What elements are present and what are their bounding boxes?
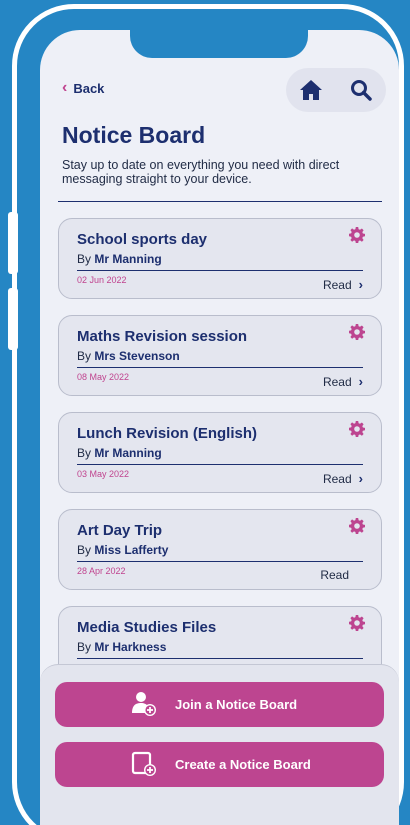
read-label: Read [322, 374, 352, 389]
notice-date: 28 Apr 2022 [77, 566, 126, 576]
notice-author: Mr Manning [94, 252, 162, 266]
read-link[interactable]: Read › [323, 374, 363, 389]
search-icon [351, 80, 372, 101]
chevron-right-icon: › [358, 374, 363, 389]
read-link[interactable]: Read › [323, 277, 363, 292]
read-label: Read [322, 471, 352, 486]
by-prefix: By [77, 640, 92, 654]
notice-card[interactable]: Maths Revision session By Mrs Stevenson … [58, 315, 382, 396]
read-link[interactable]: Read [320, 568, 349, 582]
notice-author-line: By Mr Manning [77, 252, 162, 266]
by-prefix: By [77, 446, 92, 460]
header-divider [58, 201, 382, 202]
notice-title: School sports day [77, 231, 208, 248]
create-notice-board-button[interactable]: Create a Notice Board [55, 742, 384, 787]
notice-title: Lunch Revision (English) [77, 425, 258, 442]
bottom-action-panel: Join a Notice Board Create a Notice Boar… [40, 664, 399, 825]
join-notice-board-button[interactable]: Join a Notice Board [55, 682, 384, 727]
add-user-icon [132, 692, 156, 716]
gear-icon[interactable] [349, 421, 365, 437]
notice-author: Mrs Stevenson [94, 349, 180, 363]
home-icon [300, 80, 322, 100]
phone-side-button-bottom [8, 288, 18, 350]
back-button[interactable]: ‹ Back [62, 80, 104, 96]
by-prefix: By [77, 349, 92, 363]
notice-author-line: By Mr Manning [77, 446, 162, 460]
gear-icon[interactable] [349, 324, 365, 340]
notice-divider [77, 270, 363, 271]
notice-divider [77, 561, 363, 562]
chevron-right-icon: › [358, 471, 363, 486]
notice-divider [77, 464, 363, 465]
read-link[interactable]: Read › [323, 471, 363, 486]
notice-card[interactable]: Lunch Revision (English) By Mr Manning 0… [58, 412, 382, 493]
chevron-right-icon: › [358, 277, 363, 292]
page-title: Notice Board [62, 122, 206, 148]
notice-divider [77, 658, 363, 659]
notice-author: Mr Manning [94, 446, 162, 460]
notice-author-line: By Miss Lafferty [77, 543, 168, 557]
notice-title: Art Day Trip [77, 522, 163, 539]
notice-author-line: By Mrs Stevenson [77, 349, 180, 363]
by-prefix: By [77, 543, 92, 557]
phone-notch [130, 30, 308, 58]
read-label: Read [320, 568, 349, 582]
top-actions [286, 68, 386, 112]
by-prefix: By [77, 252, 92, 266]
chevron-left-icon: ‹ [62, 79, 68, 96]
notice-title: Maths Revision session [77, 328, 248, 345]
notice-date: 02 Jun 2022 [77, 275, 127, 285]
notice-author: Mr Harkness [94, 640, 167, 654]
notice-card[interactable]: Art Day Trip By Miss Lafferty 28 Apr 202… [58, 509, 382, 590]
phone-side-button-top [8, 212, 18, 274]
add-board-icon [131, 751, 156, 776]
read-label: Read [322, 277, 352, 292]
notice-author-line: By Mr Harkness [77, 640, 166, 654]
notice-title: Media Studies Files [77, 619, 217, 636]
notice-date: 03 May 2022 [77, 469, 130, 479]
create-notice-board-label: Create a Notice Board [175, 757, 311, 772]
notice-date: 08 May 2022 [77, 372, 130, 382]
back-label: Back [73, 80, 105, 96]
home-button[interactable] [298, 77, 324, 103]
search-button[interactable] [348, 77, 374, 103]
app-screen: ‹ Back Notice Board Stay up to date on e… [40, 30, 399, 825]
notice-author: Miss Lafferty [94, 543, 169, 557]
notice-card[interactable]: School sports day By Mr Manning 02 Jun 2… [58, 218, 382, 299]
gear-icon[interactable] [349, 227, 365, 243]
gear-icon[interactable] [349, 518, 365, 534]
notice-divider [77, 367, 363, 368]
join-notice-board-label: Join a Notice Board [175, 697, 298, 712]
page-subtitle: Stay up to date on everything you need w… [62, 158, 340, 186]
gear-icon[interactable] [349, 615, 365, 631]
